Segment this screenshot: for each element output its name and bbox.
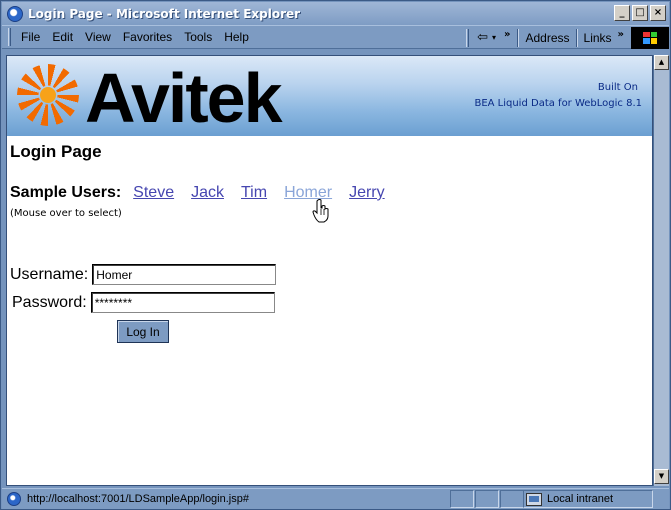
username-label: Username: <box>10 265 89 283</box>
company-logo-text: Avitek <box>85 59 283 137</box>
minimize-button[interactable]: _ <box>614 5 630 21</box>
header-banner: Avitek Built On BEA Liquid Data for WebL… <box>7 56 652 137</box>
platform-label: BEA Liquid Data for WebLogic 8.1 <box>474 98 642 109</box>
status-pane <box>450 490 474 508</box>
toolbar-chevron-icon[interactable]: » <box>502 29 515 46</box>
log-in-button[interactable]: Log In <box>117 320 169 343</box>
status-url: http://localhost:7001/LDSampleApp/login.… <box>27 493 249 505</box>
scroll-up-icon[interactable]: ▲ <box>654 55 669 70</box>
title-bar[interactable]: Login Page - Microsoft Internet Explorer… <box>2 2 669 25</box>
address-label[interactable]: Address <box>521 31 573 45</box>
toolbar-right: ⇦ ▾ » Address Links » <box>460 26 669 49</box>
menu-favorites[interactable]: Favorites <box>117 30 178 44</box>
logo-core <box>40 87 56 103</box>
built-on-label: Built On <box>597 82 638 93</box>
page-title: Login Page <box>10 142 102 161</box>
menu-view[interactable]: View <box>79 30 117 44</box>
toolbar-separator <box>517 28 520 47</box>
menu-bar: File Edit View Favorites Tools Help ⇦ ▾ … <box>2 25 669 49</box>
menu-tools[interactable]: Tools <box>178 30 218 44</box>
links-chevron-icon[interactable]: » <box>616 29 629 46</box>
maximize-button[interactable]: □ <box>632 5 648 21</box>
hand-cursor-icon <box>312 199 329 223</box>
status-panes <box>450 490 525 508</box>
vertical-scrollbar[interactable]: ▲ ▼ <box>653 55 669 486</box>
username-row: Username: <box>10 264 277 285</box>
browser-window: Login Page - Microsoft Internet Explorer… <box>0 0 671 510</box>
user-link-tim[interactable]: Tim <box>241 184 267 202</box>
page-viewport: Avitek Built On BEA Liquid Data for WebL… <box>6 55 653 486</box>
window-title: Login Page - Microsoft Internet Explorer <box>28 6 301 21</box>
windows-logo-icon <box>631 26 669 49</box>
back-dropdown-icon[interactable]: ▾ <box>492 33 502 42</box>
intranet-zone-icon <box>526 492 542 506</box>
scroll-down-icon[interactable]: ▼ <box>654 469 669 484</box>
username-input[interactable] <box>92 264 277 285</box>
menu-file[interactable]: File <box>15 30 46 44</box>
sample-users-row: Sample Users: Steve Jack Tim Homer Jerry <box>10 184 402 202</box>
sample-users-label: Sample Users: <box>10 184 122 201</box>
password-label: Password: <box>12 293 87 311</box>
status-pane <box>475 490 499 508</box>
toolbar-grip[interactable] <box>466 28 470 47</box>
close-button[interactable]: × <box>650 5 666 21</box>
ie-icon <box>7 5 23 22</box>
toolbar-grip[interactable] <box>8 28 11 46</box>
window-controls: _ □ × <box>614 5 666 21</box>
status-bar: http://localhost:7001/LDSampleApp/login.… <box>2 488 669 509</box>
zone-label: Local intranet <box>547 493 614 505</box>
toolbar-separator <box>575 28 578 47</box>
user-link-steve[interactable]: Steve <box>133 184 174 202</box>
menu-edit[interactable]: Edit <box>46 30 79 44</box>
page-status-icon <box>7 492 21 506</box>
user-link-jack[interactable]: Jack <box>191 184 224 202</box>
password-row: Password: <box>12 292 275 313</box>
mouse-hint: (Mouse over to select) <box>10 208 122 219</box>
back-arrow-icon[interactable]: ⇦ <box>473 30 492 45</box>
menu-help[interactable]: Help <box>218 30 255 44</box>
status-pane <box>500 490 524 508</box>
security-zone[interactable]: Local intranet <box>523 490 653 508</box>
links-label[interactable]: Links <box>580 31 616 45</box>
password-input[interactable] <box>90 292 275 313</box>
user-link-jerry[interactable]: Jerry <box>349 184 385 202</box>
